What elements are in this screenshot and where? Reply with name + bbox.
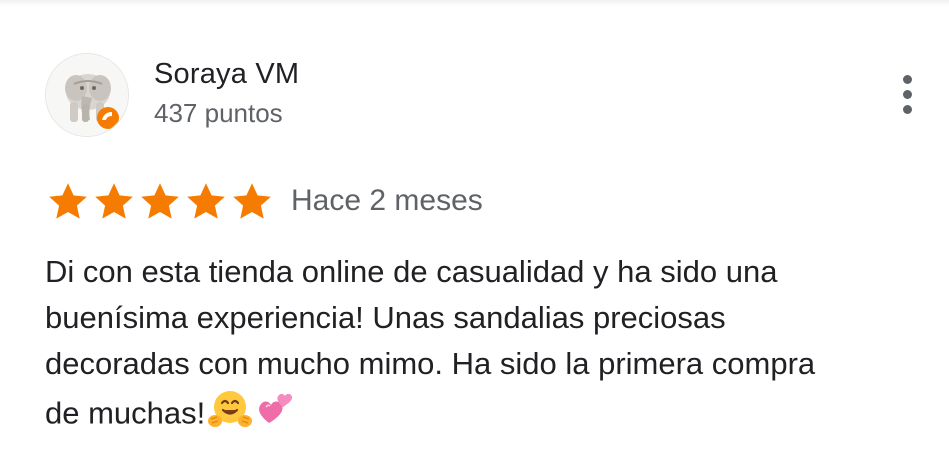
star-icon: [233, 183, 271, 219]
more-vert-icon-dot: [902, 104, 912, 114]
review-text: Di con esta tienda online de casualidad …: [45, 249, 915, 444]
star-icon: [187, 183, 225, 219]
review-text-line: buenísima experiencia! Unas sandalias pr…: [45, 300, 726, 335]
review-card: Soraya VM 437 puntos Hace 2 meses Di con…: [0, 0, 949, 454]
review-text-line-last: de muchas!: [45, 387, 915, 444]
review-text-line: decoradas con mucho mimo. Ha sido la pri…: [45, 346, 816, 381]
star-icon: [95, 183, 133, 219]
author-name[interactable]: Soraya VM: [154, 58, 299, 91]
star-icon: [141, 183, 179, 219]
star-icon: [49, 183, 87, 219]
avatar[interactable]: [45, 53, 129, 137]
author-points: 437 puntos: [154, 98, 283, 128]
more-vert-icon-dot: [902, 89, 912, 99]
more-options-button[interactable]: [890, 70, 924, 118]
review-date: Hace 2 meses: [291, 184, 483, 217]
two-hearts-icon: [255, 389, 295, 442]
review-text-fragment: de muchas!: [45, 395, 206, 431]
star-rating: [45, 180, 275, 224]
review-text-line: Di con esta tienda online de casualidad …: [45, 254, 778, 289]
hugging-face-icon: [207, 387, 253, 444]
divider: [0, 0, 949, 6]
elephant-figurine-avatar-icon: [46, 54, 128, 136]
more-vert-icon: [902, 74, 912, 84]
